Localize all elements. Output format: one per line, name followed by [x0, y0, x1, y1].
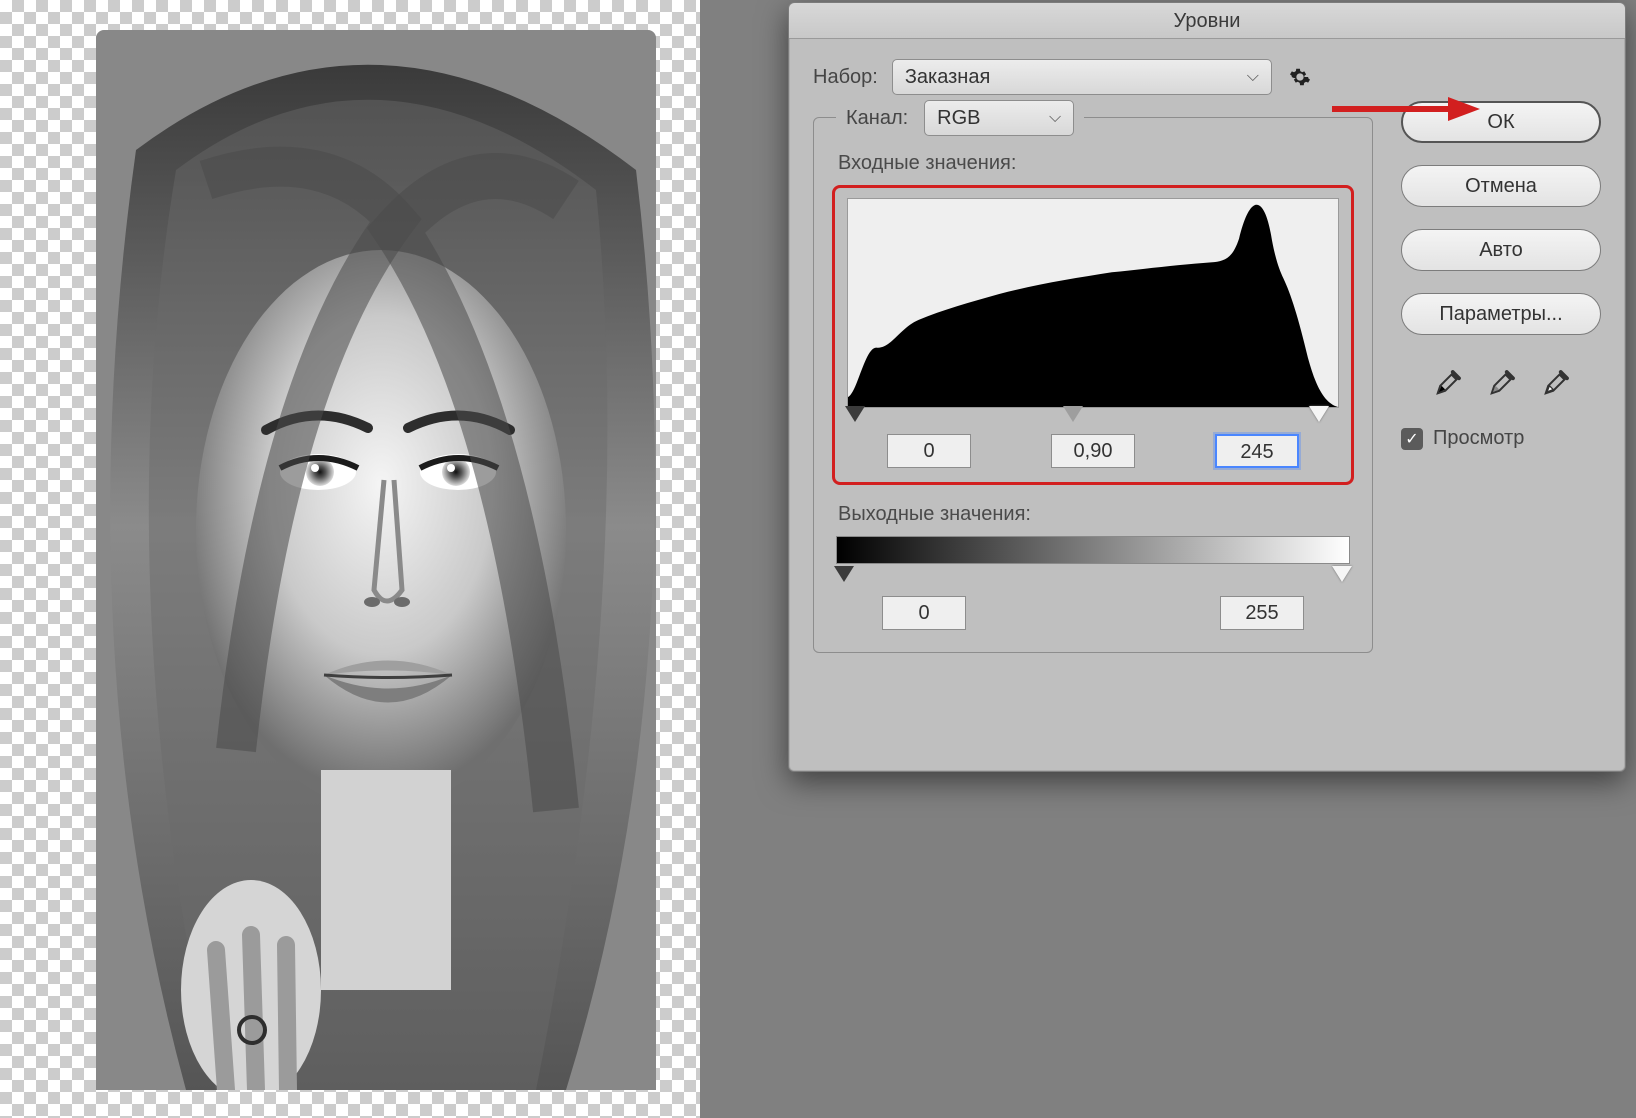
channel-group: Канал: RGB ⌵ Входные значения:	[813, 117, 1373, 653]
input-levels-label: Входные значения:	[838, 152, 1354, 175]
canvas-checkerboard	[0, 0, 700, 1118]
dialog-title[interactable]: Уровни	[789, 3, 1625, 39]
output-white-field[interactable]: 255	[1220, 596, 1304, 630]
eyedropper-white-icon[interactable]	[1538, 363, 1572, 397]
chevron-down-icon: ⌵	[1049, 109, 1061, 127]
preset-label: Набор:	[813, 66, 878, 89]
cancel-button[interactable]: Отмена	[1401, 165, 1601, 207]
chevron-down-icon: ⌵	[1247, 68, 1259, 86]
midtone-slider[interactable]	[1063, 406, 1083, 422]
output-gradient[interactable]	[836, 536, 1350, 564]
auto-button[interactable]: Авто	[1401, 229, 1601, 271]
input-levels-highlight: 0 0,90 245	[832, 185, 1354, 485]
shadow-slider[interactable]	[845, 406, 865, 422]
preset-value: Заказная	[905, 66, 990, 89]
ok-button[interactable]: ОК	[1401, 101, 1601, 143]
preview-label: Просмотр	[1433, 427, 1524, 450]
preset-gear-icon[interactable]	[1286, 63, 1314, 91]
input-black-field[interactable]: 0	[887, 434, 971, 468]
eyedropper-gray-icon[interactable]	[1484, 363, 1518, 397]
output-slider-track[interactable]	[836, 566, 1350, 586]
output-levels-label: Выходные значения:	[838, 503, 1354, 526]
input-slider-track[interactable]	[847, 406, 1339, 428]
channel-label: Канал:	[846, 107, 908, 130]
dialog-button-column: ОК Отмена Авто Параметры... ✓ Просмотр	[1401, 101, 1601, 450]
eyedropper-row	[1401, 363, 1601, 397]
levels-dialog: Уровни Набор: Заказная ⌵ Канал: RGB	[788, 2, 1626, 772]
output-black-slider[interactable]	[834, 566, 854, 582]
options-button[interactable]: Параметры...	[1401, 293, 1601, 335]
document-image	[96, 30, 656, 1090]
histogram[interactable]	[847, 198, 1339, 408]
channel-select[interactable]: RGB ⌵	[924, 100, 1074, 136]
input-white-field[interactable]: 245	[1215, 434, 1299, 468]
highlight-slider[interactable]	[1309, 406, 1329, 422]
channel-value: RGB	[937, 107, 980, 130]
input-gamma-field[interactable]: 0,90	[1051, 434, 1135, 468]
output-black-field[interactable]: 0	[882, 596, 966, 630]
preview-checkbox[interactable]: ✓	[1401, 428, 1423, 450]
output-white-slider[interactable]	[1332, 566, 1352, 582]
preset-select[interactable]: Заказная ⌵	[892, 59, 1272, 95]
eyedropper-black-icon[interactable]	[1430, 363, 1464, 397]
